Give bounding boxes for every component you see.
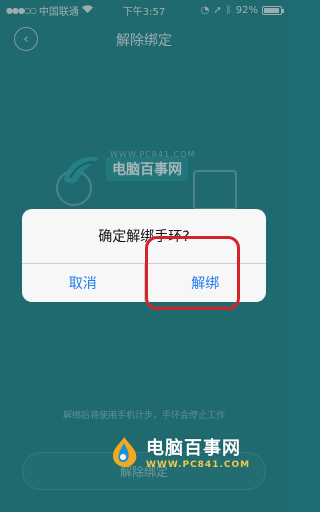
watermark-bottom-url: WWW.PC841.COM (146, 460, 251, 470)
watermark-bottom-text: 电脑百事网 WWW.PC841.COM (146, 434, 250, 470)
highlight-annotation (145, 236, 240, 310)
cancel-button[interactable]: 取消 (22, 264, 144, 302)
watermark-bottom: 电脑百事网 WWW.PC841.COM (108, 434, 250, 470)
watermark-bottom-logo (108, 435, 140, 469)
watermark-bottom-name: 电脑百事网 (146, 438, 241, 459)
